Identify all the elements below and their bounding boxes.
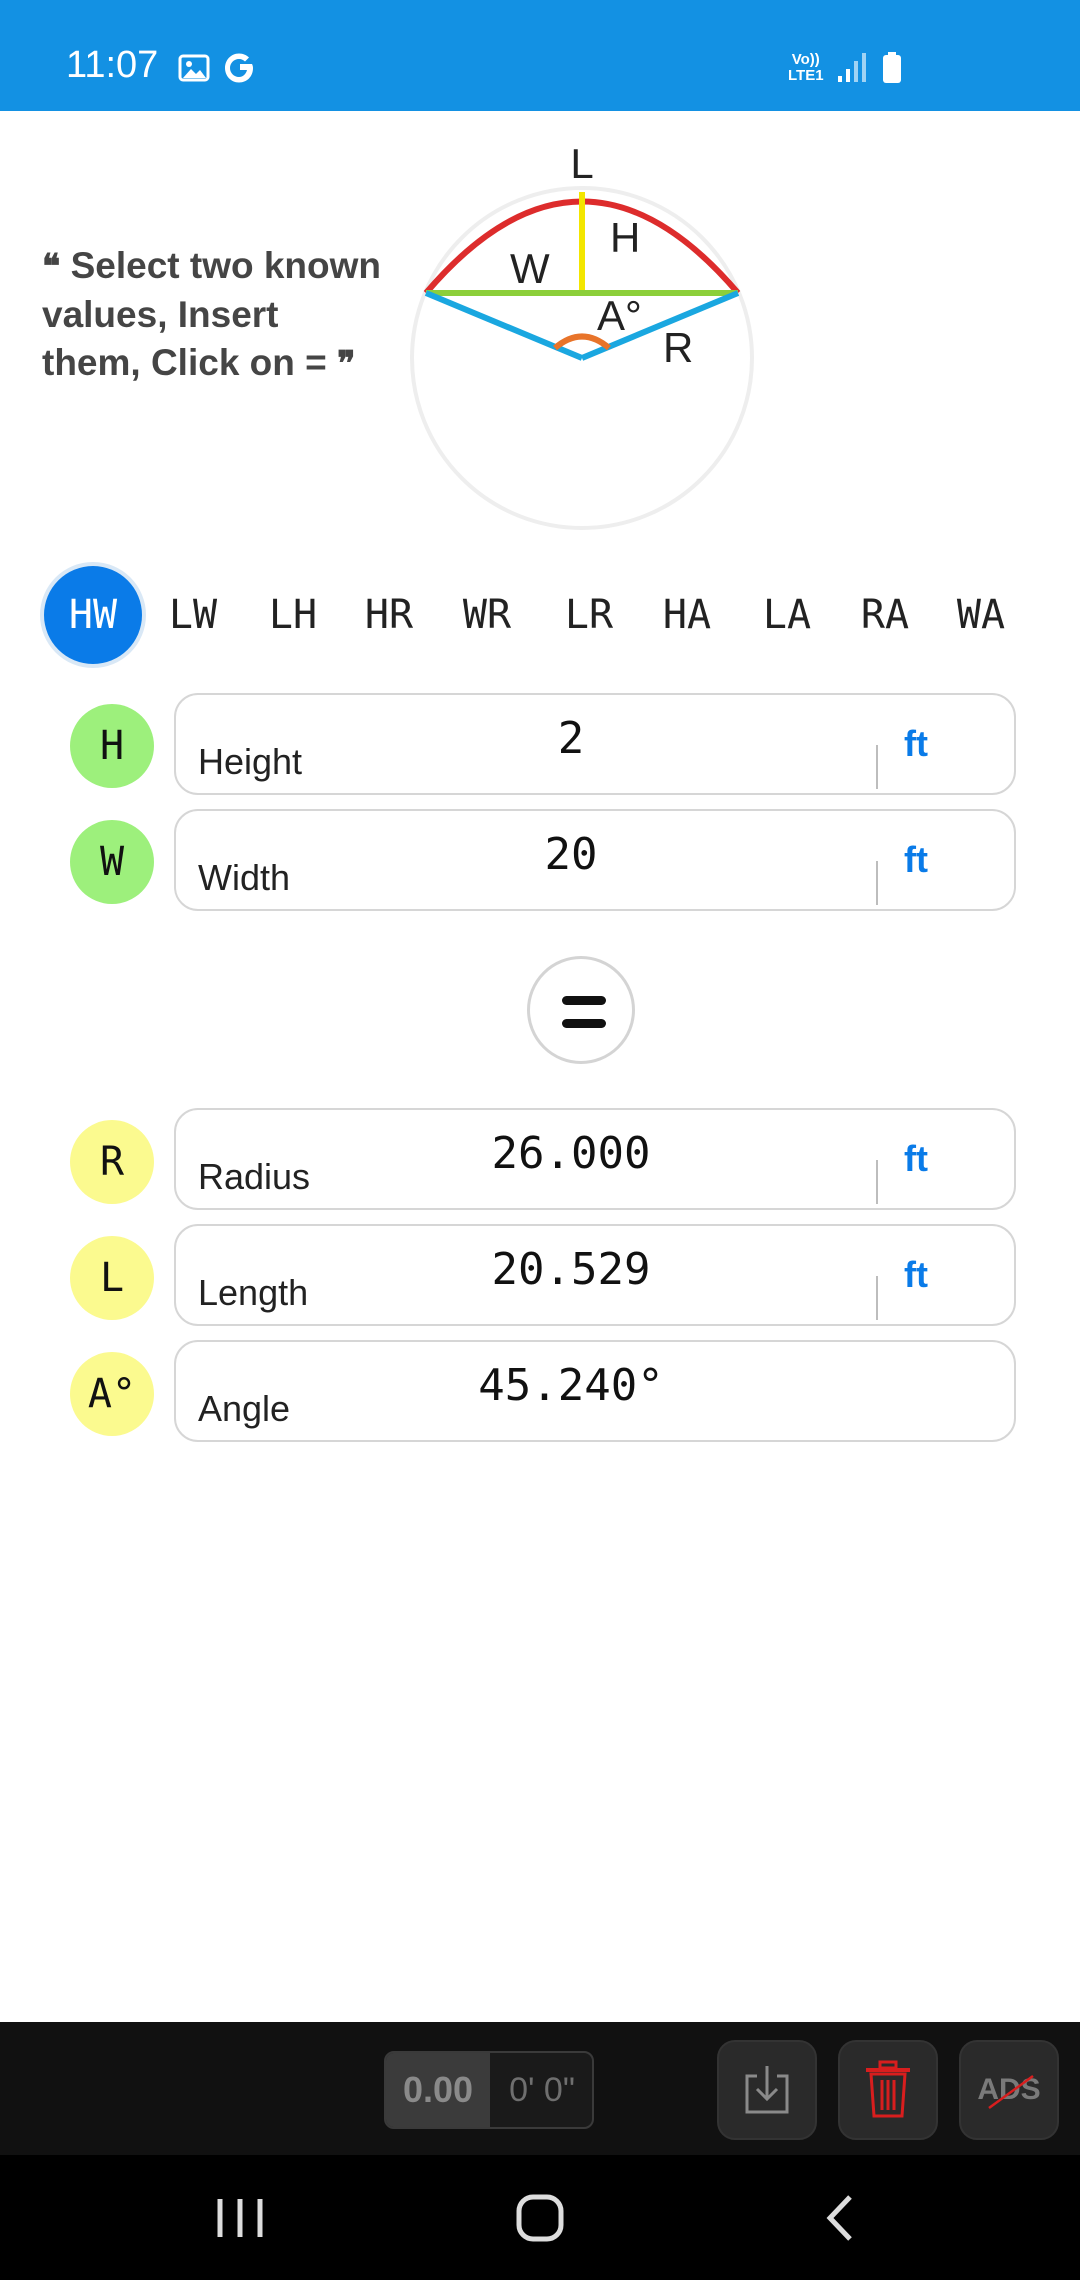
- delete-button[interactable]: [838, 2040, 938, 2140]
- width-label: Width: [198, 857, 291, 898]
- trash-icon: [866, 2060, 910, 2118]
- back-icon[interactable]: [800, 2185, 880, 2251]
- width-unit-divider: [876, 861, 878, 905]
- save-button[interactable]: [717, 2040, 817, 2140]
- photo-icon: [178, 54, 210, 82]
- length-label: Length: [198, 1272, 309, 1313]
- tab-wr[interactable]: WR: [438, 566, 536, 664]
- remove-ads-button[interactable]: ADS: [959, 2040, 1059, 2140]
- status-time: 11:07: [66, 44, 159, 86]
- tab-la[interactable]: LA: [738, 566, 836, 664]
- equals-icon-top-bar: [562, 996, 606, 1005]
- tab-lr[interactable]: LR: [540, 566, 638, 664]
- network-volte-label: Vo)): [791, 51, 820, 68]
- height-field[interactable]: Height 2 ft: [174, 693, 1016, 795]
- hint-equals-symbol: =: [305, 342, 327, 383]
- recent-apps-icon[interactable]: [200, 2185, 280, 2251]
- converter-decimal-value[interactable]: 0.00: [386, 2053, 490, 2127]
- radius-unit-divider: [876, 1160, 878, 1204]
- width-field[interactable]: Width 20 ft: [174, 809, 1016, 911]
- angle-badge: A°: [70, 1352, 154, 1436]
- status-bar: 11:07 Vo)) LTE1: [0, 0, 1080, 111]
- network-indicator: Vo)) LTE1: [788, 52, 824, 84]
- strike-icon: [988, 2074, 1034, 2110]
- tab-ra[interactable]: RA: [836, 566, 934, 664]
- google-g-icon: [225, 53, 253, 83]
- open-quote-icon: ❝: [42, 247, 61, 287]
- width-input[interactable]: 20: [406, 829, 736, 880]
- diagram-label-w: W: [510, 245, 550, 292]
- angle-value: 45.240°: [478, 1360, 664, 1411]
- width-badge: W: [70, 820, 154, 904]
- bottom-toolbar: 0.00 0' 0" ADS: [0, 2022, 1080, 2155]
- radius-unit-selector[interactable]: ft: [904, 1138, 928, 1180]
- unit-converter[interactable]: 0.00 0' 0": [384, 2051, 594, 2129]
- signal-icon: [838, 53, 866, 82]
- arc-diagram: L H W A° R: [410, 140, 754, 530]
- width-unit-selector[interactable]: ft: [904, 839, 928, 881]
- length-unit-selector[interactable]: ft: [904, 1254, 928, 1296]
- tab-lw[interactable]: LW: [144, 566, 242, 664]
- instruction-hint: ❝ Select two known values, Insert them, …: [42, 242, 382, 388]
- hint-text: Select two known values, Insert them, Cl…: [42, 245, 382, 383]
- tab-lh[interactable]: LH: [244, 566, 342, 664]
- converter-feet-inches-value[interactable]: 0' 0": [490, 2053, 592, 2127]
- diagram-label-r: R: [663, 324, 693, 371]
- diagram-label-l: L: [570, 140, 593, 187]
- equals-icon-bottom-bar: [562, 1019, 606, 1028]
- length-unit-divider: [876, 1276, 878, 1320]
- length-value: 20.529: [491, 1244, 651, 1295]
- height-unit-selector[interactable]: ft: [904, 723, 928, 765]
- height-input[interactable]: 2: [406, 713, 736, 764]
- diagram-label-angle: A°: [597, 292, 642, 339]
- close-quote-icon: ❞: [337, 344, 356, 384]
- length-field: Length 20.529 ft: [174, 1224, 1016, 1326]
- height-unit-divider: [876, 745, 878, 789]
- tab-wa[interactable]: WA: [932, 566, 1030, 664]
- diagram-label-h: H: [610, 214, 640, 261]
- tab-ha[interactable]: HA: [638, 566, 736, 664]
- network-lte-label: LTE1: [788, 67, 824, 84]
- tab-hr[interactable]: HR: [340, 566, 438, 664]
- height-badge: H: [70, 704, 154, 788]
- radius-label: Radius: [198, 1156, 311, 1197]
- mode-tabs: HW LW LH HR WR LR HA LA RA WA: [44, 566, 1044, 666]
- radius-field: Radius 26.000 ft: [174, 1108, 1016, 1210]
- angle-label: Angle: [198, 1388, 291, 1429]
- system-navigation-bar: [0, 2155, 1080, 2280]
- radius-value: 26.000: [491, 1128, 651, 1179]
- height-label: Height: [198, 741, 303, 782]
- angle-field: Angle 45.240°: [174, 1340, 1016, 1442]
- calculate-button[interactable]: [527, 956, 635, 1064]
- download-icon: [745, 2066, 789, 2114]
- home-icon[interactable]: [500, 2185, 580, 2251]
- radius-badge: R: [70, 1120, 154, 1204]
- length-badge: L: [70, 1236, 154, 1320]
- tab-hw[interactable]: HW: [44, 566, 142, 664]
- battery-icon: [883, 52, 901, 83]
